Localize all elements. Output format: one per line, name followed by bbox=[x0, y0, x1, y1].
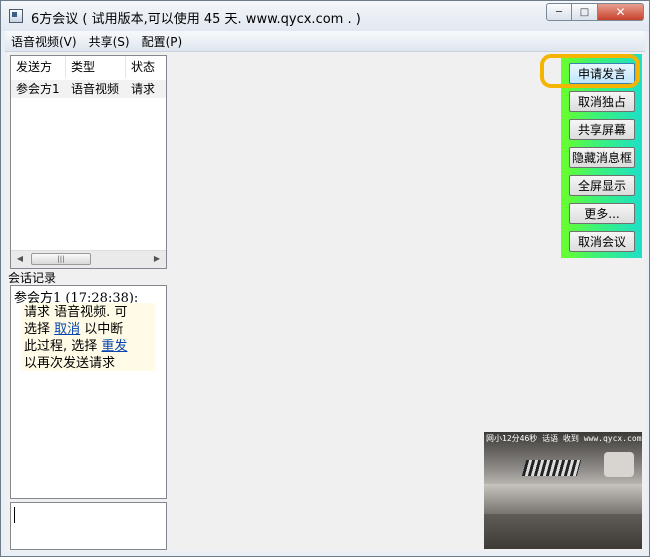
video-preview[interactable]: 网小12分46秒 话语 收到 www.qycx.com bbox=[484, 432, 642, 549]
fullscreen-button[interactable]: 全屏显示 bbox=[569, 175, 635, 196]
highlight-ring bbox=[540, 54, 640, 88]
chat-line: 以再次发送请求 bbox=[24, 356, 116, 371]
client-area: 发送方 类型 状态 参会方1 语音视频 请求 ◀ ||| ▶ 会话记录 参会方1… bbox=[5, 52, 645, 551]
video-scene bbox=[521, 460, 582, 476]
scroll-right-icon[interactable]: ▶ bbox=[150, 252, 164, 266]
video-overlay-text: 网小12分46秒 话语 收到 www.qycx.com bbox=[486, 434, 642, 443]
chat-text: 此过程, 选择 bbox=[24, 339, 102, 354]
row-type: 语音视频 bbox=[71, 82, 120, 96]
title-bar[interactable]: 6方会议 ( 试用版本,可以使用 45 天. www.qycx.com . ) … bbox=[1, 1, 649, 31]
column-sender[interactable]: 发送方 bbox=[11, 56, 66, 78]
horizontal-scrollbar[interactable]: ◀ ||| ▶ bbox=[11, 250, 166, 268]
maximize-icon: □ bbox=[579, 6, 590, 18]
chat-text: 以中断 bbox=[80, 322, 124, 337]
message-input[interactable] bbox=[10, 502, 167, 550]
scroll-left-icon[interactable]: ◀ bbox=[13, 252, 27, 266]
request-list[interactable]: 发送方 类型 状态 参会方1 语音视频 请求 ◀ ||| ▶ bbox=[10, 55, 167, 269]
list-header: 发送方 类型 状态 bbox=[11, 56, 166, 78]
menu-config[interactable]: 配置(P) bbox=[136, 33, 189, 50]
column-type[interactable]: 类型 bbox=[66, 56, 126, 78]
app-window: 6方会议 ( 试用版本,可以使用 45 天. www.qycx.com . ) … bbox=[0, 0, 650, 557]
chat-message: 请求 语音视频. 可 选择 取消 以中断 此过程, 选择 重发 以再次发送请求 bbox=[21, 303, 155, 371]
row-sender: 参会方1 bbox=[16, 82, 60, 96]
cancel-exclusive-button[interactable]: 取消独占 bbox=[569, 91, 635, 112]
close-icon: ✕ bbox=[615, 5, 626, 19]
menu-voice-video[interactable]: 语音视频(V) bbox=[5, 33, 83, 50]
list-row[interactable]: 参会方1 语音视频 请求 bbox=[11, 80, 166, 98]
caption-buttons: ─ □ ✕ bbox=[546, 3, 644, 23]
scroll-thumb[interactable]: ||| bbox=[31, 253, 91, 265]
chat-log[interactable]: 参会方1 (17:28:38): 请求 语音视频. 可 选择 取消 以中断 此过… bbox=[10, 285, 167, 499]
menu-bar: 语音视频(V) 共享(S) 配置(P) bbox=[5, 31, 645, 52]
video-scene bbox=[604, 452, 634, 477]
chat-log-label: 会话记录 bbox=[8, 271, 57, 285]
row-status: 请求 bbox=[131, 82, 156, 96]
hide-message-box-button[interactable]: 隐藏消息框 bbox=[569, 147, 635, 168]
column-status[interactable]: 状态 bbox=[126, 56, 166, 78]
app-icon bbox=[9, 9, 23, 23]
menu-share[interactable]: 共享(S) bbox=[83, 33, 136, 50]
chat-line: 此过程, 选择 重发 bbox=[24, 338, 155, 355]
text-caret bbox=[14, 507, 15, 523]
window-title: 6方会议 ( 试用版本,可以使用 45 天. www.qycx.com . ) bbox=[31, 12, 361, 27]
cancel-meeting-button[interactable]: 取消会议 bbox=[569, 231, 635, 252]
chat-line: 请求 语音视频. 可 bbox=[24, 305, 128, 320]
chat-line: 选择 取消 以中断 bbox=[24, 321, 155, 338]
more-button[interactable]: 更多... bbox=[569, 203, 635, 224]
close-button[interactable]: ✕ bbox=[598, 3, 644, 21]
minimize-button[interactable]: ─ bbox=[546, 3, 572, 21]
resend-link[interactable]: 重发 bbox=[101, 339, 127, 354]
video-scene bbox=[484, 484, 642, 514]
share-screen-button[interactable]: 共享屏幕 bbox=[569, 119, 635, 140]
cancel-link[interactable]: 取消 bbox=[54, 322, 80, 337]
maximize-button[interactable]: □ bbox=[572, 3, 598, 21]
minimize-icon: ─ bbox=[555, 6, 563, 18]
chat-text: 选择 bbox=[24, 322, 55, 337]
